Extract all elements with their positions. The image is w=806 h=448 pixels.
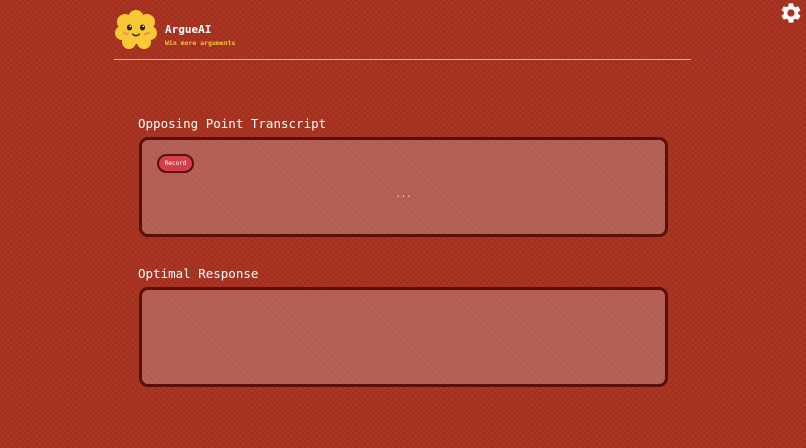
logo-icon (115, 10, 157, 49)
transcript-panel: Record ... (139, 137, 668, 237)
app-tagline: Win more arguments (165, 39, 236, 47)
gear-icon[interactable] (779, 1, 803, 25)
transcript-title: Opposing Point Transcript (138, 116, 327, 131)
transcript-text: ... (395, 190, 412, 200)
record-button[interactable]: Record (157, 154, 194, 173)
response-panel (139, 287, 668, 387)
app-name: ArgueAI (165, 23, 212, 36)
response-title: Optimal Response (138, 266, 259, 281)
header: ArgueAI Win more arguments (114, 8, 691, 60)
